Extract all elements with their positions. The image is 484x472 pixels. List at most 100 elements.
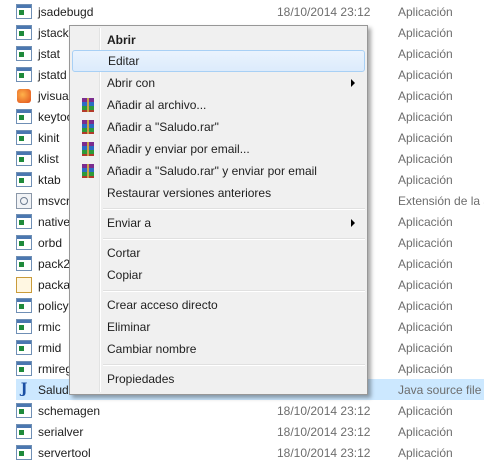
menu-separator [103, 238, 365, 240]
file-name: msvcr [38, 193, 70, 208]
application-icon [16, 445, 32, 461]
application-icon [16, 46, 32, 62]
application-icon [16, 424, 32, 440]
menu-item-anadir-archivo[interactable]: Añadir al archivo... [72, 94, 365, 116]
submenu-arrow-icon [351, 79, 355, 87]
application-icon [16, 130, 32, 146]
application-icon [16, 109, 32, 125]
menu-item-eliminar[interactable]: Eliminar [72, 316, 365, 338]
menu-item-cortar[interactable]: Cortar [72, 242, 365, 264]
file-name: klist [38, 151, 59, 166]
file-name: serialver [38, 424, 84, 439]
application-icon [16, 403, 32, 419]
file-type: Aplicación [398, 67, 453, 82]
application-icon [16, 235, 32, 251]
file-name: rmireg [38, 361, 73, 376]
file-type: Aplicación [398, 445, 453, 460]
menu-item-label: Añadir al archivo... [107, 98, 207, 112]
file-type: Aplicación [398, 319, 453, 334]
application-icon [16, 151, 32, 167]
application-icon [16, 67, 32, 83]
file-type: Aplicación [398, 172, 453, 187]
file-type: Extensión de la a [398, 193, 484, 208]
application-icon [16, 4, 32, 20]
menu-item-label: Editar [108, 54, 140, 68]
menu-item-abrir[interactable]: Abrir [72, 29, 365, 51]
file-type: Aplicación [398, 424, 453, 439]
dll-icon [16, 192, 32, 209]
java-source-icon: J [20, 381, 28, 397]
file-type: Aplicación [398, 25, 453, 40]
submenu-arrow-icon [351, 219, 355, 227]
menu-item-restaurar-versiones[interactable]: Restaurar versiones anteriores [72, 182, 365, 204]
application-icon [16, 298, 32, 314]
menu-item-label: Abrir con [107, 76, 156, 90]
menu-item-crear-acceso-directo[interactable]: Crear acceso directo [72, 294, 365, 316]
menu-item-propiedades[interactable]: Propiedades [72, 368, 365, 390]
menu-item-anadir-enviar-email[interactable]: Añadir y enviar por email... [72, 138, 365, 160]
file-type: Aplicación [398, 109, 453, 124]
menu-item-cambiar-nombre[interactable]: Cambiar nombre [72, 338, 365, 360]
file-type: Java source file [398, 382, 482, 397]
file-type: Aplicación [398, 403, 453, 418]
application-icon [16, 172, 32, 188]
file-date: 18/10/2014 23:12 [277, 424, 371, 439]
file-type: Aplicación [398, 277, 453, 292]
file-row-jsadebugd[interactable]: jsadebugd 18/10/2014 23:12 Aplicación [16, 1, 484, 22]
menu-item-label: Restaurar versiones anteriores [107, 186, 272, 200]
context-menu: Abrir Editar Abrir con Añadir al archivo… [69, 25, 368, 395]
file-row-servertool[interactable]: servertool 18/10/2014 23:12 Aplicación [16, 442, 484, 463]
application-icon [16, 319, 32, 335]
menu-separator [103, 290, 365, 292]
menu-separator [103, 364, 365, 366]
file-type: Aplicación [398, 361, 453, 376]
file-name: orbd [38, 235, 63, 250]
file-date: 18/10/2014 23:12 [277, 4, 371, 19]
file-type: Aplicación [398, 256, 453, 271]
menu-item-label: Añadir y enviar por email... [107, 142, 250, 156]
menu-item-copiar[interactable]: Copiar [72, 264, 365, 286]
menu-item-label: Cambiar nombre [107, 342, 197, 356]
file-name: native [38, 214, 71, 229]
file-row-serialver[interactable]: serialver 18/10/2014 23:12 Aplicación [16, 421, 484, 442]
jvisualvm-icon [16, 88, 32, 104]
file-type: Aplicación [398, 46, 453, 61]
menu-item-editar[interactable]: Editar [72, 50, 365, 72]
menu-item-label: Abrir [107, 33, 136, 47]
menu-item-anadir-saludo-rar-email[interactable]: Añadir a "Saludo.rar" y enviar por email [72, 160, 365, 182]
menu-item-label: Eliminar [107, 320, 151, 334]
file-name: rmic [38, 319, 61, 334]
file-type: Aplicación [398, 151, 453, 166]
menu-item-label: Enviar a [107, 216, 152, 230]
file-type: Aplicación [398, 214, 453, 229]
winrar-icon [82, 164, 94, 178]
file-type: Aplicación [398, 130, 453, 145]
file-date: 18/10/2014 23:12 [277, 445, 371, 460]
menu-item-label: Cortar [107, 246, 141, 260]
application-icon [16, 214, 32, 230]
application-icon [16, 361, 32, 377]
menu-item-enviar-a[interactable]: Enviar a [72, 212, 365, 234]
file-date: 18/10/2014 23:12 [277, 403, 371, 418]
application-icon [16, 340, 32, 356]
file-type: Aplicación [398, 4, 453, 19]
file-name: jstack [38, 25, 69, 40]
menu-item-abrir-con[interactable]: Abrir con [72, 72, 365, 94]
winrar-icon [82, 142, 94, 156]
menu-separator [103, 208, 365, 210]
winrar-icon [82, 98, 94, 112]
file-type: Aplicación [398, 340, 453, 355]
file-name: jstatd [38, 67, 67, 82]
file-name: rmid [38, 340, 62, 355]
file-row-schemagen[interactable]: schemagen 18/10/2014 23:12 Aplicación [16, 400, 484, 421]
file-type: Aplicación [398, 298, 453, 313]
menu-item-label: Añadir a "Saludo.rar" [107, 120, 219, 134]
file-name: policy [38, 298, 69, 313]
menu-item-label: Añadir a "Saludo.rar" y enviar por email [107, 164, 317, 178]
application-icon [16, 256, 32, 272]
file-name: kinit [38, 130, 60, 145]
menu-item-label: Crear acceso directo [107, 298, 218, 312]
menu-item-label: Copiar [107, 268, 143, 282]
menu-item-anadir-saludo-rar[interactable]: Añadir a "Saludo.rar" [72, 116, 365, 138]
file-type: Aplicación [398, 88, 453, 103]
